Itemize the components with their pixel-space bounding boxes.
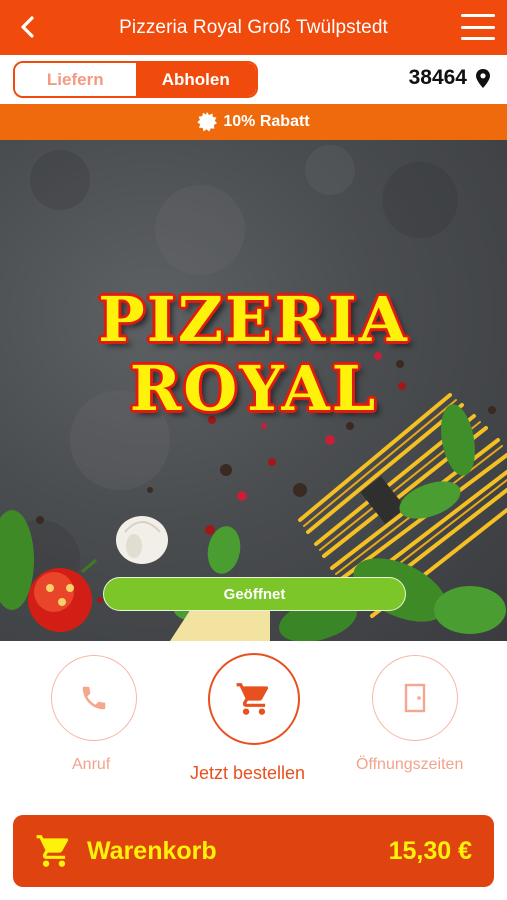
discount-banner[interactable]: 10% Rabatt xyxy=(0,104,507,140)
cart-label: Warenkorb xyxy=(87,836,217,865)
door-icon xyxy=(404,683,426,713)
call-button[interactable] xyxy=(51,655,137,741)
delivery-option[interactable]: Liefern xyxy=(15,63,136,96)
shopping-cart-icon xyxy=(36,835,69,867)
order-now-label: Jetzt bestellen xyxy=(190,763,306,783)
zip-code: 38464 xyxy=(408,66,467,89)
restaurant-logo-line2: ROYAL xyxy=(129,352,378,425)
page-title: Pizzeria Royal Groß Twülpstedt xyxy=(119,16,388,38)
order-now-button[interactable] xyxy=(208,653,300,745)
app-screen: Pizzeria Royal Groß Twülpstedt Liefern A… xyxy=(0,0,507,900)
opening-hours-label: Öffnungszeiten xyxy=(356,756,464,773)
discount-label: 10% Rabatt xyxy=(223,113,310,130)
action-row: Anruf Jetzt bestellen Öffnungszeiten xyxy=(0,641,507,801)
shopping-cart-icon xyxy=(236,683,269,715)
restaurant-logo-line1: PIZERIA xyxy=(98,283,409,356)
badge-icon xyxy=(197,112,218,132)
back-button[interactable] xyxy=(14,13,42,41)
location-selector[interactable]: 38464 xyxy=(409,66,491,90)
cart-total: 15,30 € xyxy=(388,836,472,865)
hamburger-menu-icon[interactable] xyxy=(461,14,495,40)
app-header: Pizzeria Royal Groß Twülpstedt xyxy=(0,0,507,55)
order-mode-row: Liefern Abholen 38464 xyxy=(0,55,507,104)
cart-button[interactable]: Warenkorb 15,30 € xyxy=(13,815,494,887)
order-mode-toggle: Liefern Abholen xyxy=(13,61,258,98)
hero-banner: PIZERIA ROYAL Geöffnet xyxy=(0,140,507,641)
pickup-option[interactable]: Abholen xyxy=(135,63,256,96)
location-pin-icon xyxy=(476,68,490,88)
open-status-badge: Geöffnet xyxy=(103,577,406,611)
chevron-left-icon xyxy=(21,16,34,38)
garlic xyxy=(116,516,168,564)
opening-hours-button[interactable] xyxy=(372,655,458,741)
call-label: Anruf xyxy=(72,756,111,773)
phone-icon xyxy=(82,686,106,710)
